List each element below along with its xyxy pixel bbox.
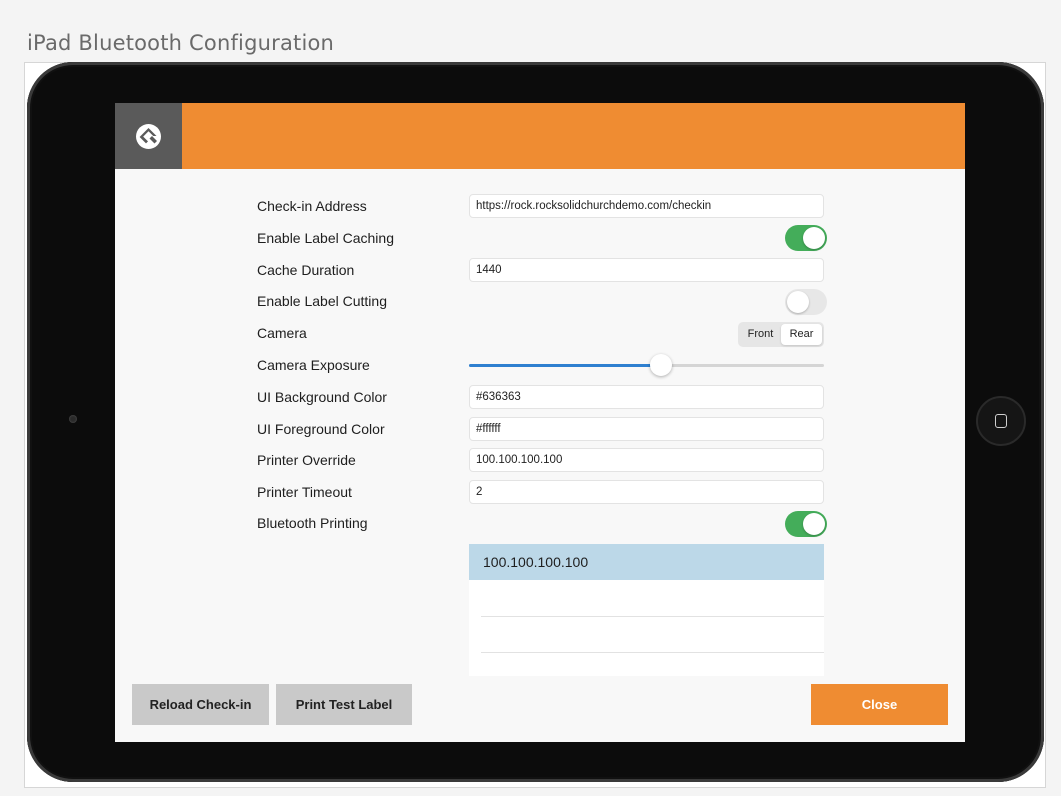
rock-logo-icon [136,124,161,149]
camera-rear-option[interactable]: Rear [781,324,822,345]
toggle-knob [803,227,825,249]
close-button[interactable]: Close [811,684,948,725]
bluetooth-printing-label: Bluetooth Printing [257,515,368,531]
app-logo [115,103,182,169]
ui-foreground-label: UI Foreground Color [257,421,385,437]
label-caching-label: Enable Label Caching [257,230,394,246]
home-button[interactable] [976,396,1026,446]
camera-label: Camera [257,325,307,341]
ui-background-field[interactable]: #636363 [469,385,824,409]
app-screen: Check-in Address https://rock.rocksolidc… [115,103,965,742]
label-caching-toggle[interactable] [785,225,827,251]
label-cutting-toggle[interactable] [785,289,827,315]
label-cutting-label: Enable Label Cutting [257,293,387,309]
home-square-icon [995,414,1007,428]
printer-timeout-label: Printer Timeout [257,484,352,500]
header-bar [115,103,965,169]
checkin-address-field[interactable]: https://rock.rocksolidchurchdemo.com/che… [469,194,824,218]
camera-segmented-control: Front Rear [738,322,824,347]
toggle-knob [787,291,809,313]
printer-list-item[interactable]: 100.100.100.100 [469,544,824,580]
slider-fill [469,364,661,367]
page-caption: iPad Bluetooth Configuration [27,31,335,55]
printer-list: 100.100.100.100 [469,544,824,676]
ui-background-label: UI Background Color [257,389,387,405]
list-divider [481,652,824,653]
camera-exposure-slider[interactable] [469,364,824,367]
reload-checkin-button[interactable]: Reload Check-in [132,684,269,725]
cache-duration-label: Cache Duration [257,262,355,278]
slider-thumb[interactable] [649,354,672,376]
camera-lens-icon [69,415,77,423]
bluetooth-printing-toggle[interactable] [785,511,827,537]
cache-duration-field[interactable]: 1440 [469,258,824,282]
checkin-address-label: Check-in Address [257,198,367,214]
printer-override-label: Printer Override [257,452,356,468]
print-test-label-button[interactable]: Print Test Label [276,684,412,725]
camera-front-option[interactable]: Front [740,324,781,345]
printer-override-field[interactable]: 100.100.100.100 [469,448,824,472]
ui-foreground-field[interactable]: #ffffff [469,417,824,441]
toggle-knob [803,513,825,535]
printer-timeout-field[interactable]: 2 [469,480,824,504]
camera-exposure-label: Camera Exposure [257,357,370,373]
list-divider [481,616,824,617]
